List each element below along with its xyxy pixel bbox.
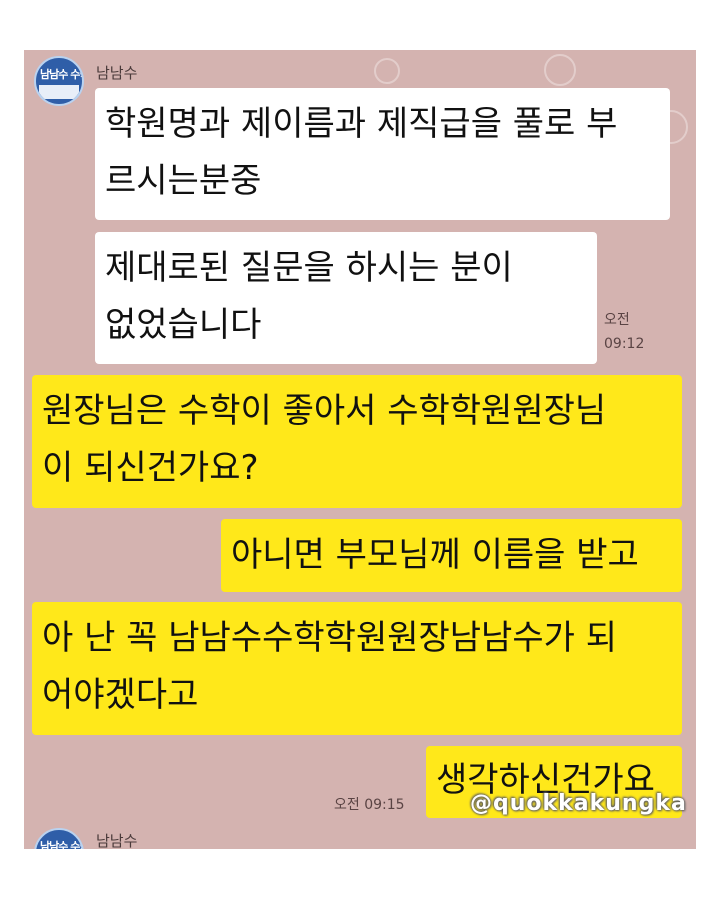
avatar-sign-text: 남남수 수학 [40, 68, 84, 81]
message-timestamp: 오전 09:15 [334, 797, 405, 813]
received-message[interactable]: 제대로된 질문을 하시는 분이 없었습니다 [95, 232, 597, 364]
sent-message[interactable]: 원장님은 수학이 좋아서 수학학원원장님 이 되신건가요? [32, 375, 682, 508]
avatar-sign-board [39, 85, 79, 99]
background-doodle [374, 58, 400, 84]
sent-message[interactable]: 아니면 부모님께 이름을 받고 [221, 519, 682, 592]
sender-name: 남남수 [96, 64, 138, 82]
received-message[interactable]: 학원명과 제이름과 제직급을 풀로 부 르시는분중 [95, 88, 670, 220]
sender-name: 남남수 [96, 832, 138, 849]
watermark: @quokkakungka [470, 791, 687, 816]
chat-area[interactable]: 남남수 수학 남남수 학원명과 제이름과 제직급을 풀로 부 르시는분중 제대로… [24, 50, 696, 849]
background-doodle [544, 54, 576, 86]
sender-avatar[interactable]: 남남수 수학 [34, 828, 84, 849]
sent-message[interactable]: 아 난 꼭 남남수수학학원원장남남수가 되 어야겠다고 [32, 602, 682, 735]
sender-avatar[interactable]: 남남수 수학 [34, 56, 84, 106]
avatar-sign-text: 남남수 수학 [40, 840, 84, 849]
message-timestamp: 오전 09:12 [604, 312, 645, 352]
